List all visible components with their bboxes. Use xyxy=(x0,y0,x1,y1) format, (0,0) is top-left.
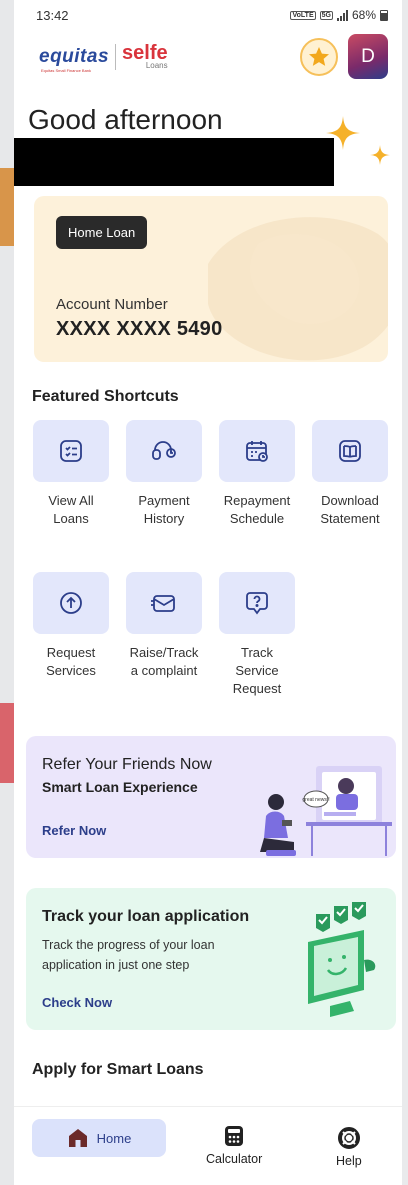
shortcut-label-line2: Loans xyxy=(53,511,89,526)
5g-icon: 5G xyxy=(319,10,333,20)
lifebuoy-icon xyxy=(337,1127,360,1149)
battery-level: 68% xyxy=(351,8,376,22)
rewards-button[interactable] xyxy=(300,38,338,76)
featured-shortcuts-title: Featured Shortcuts xyxy=(32,388,179,405)
shortcut-label-line1: Request xyxy=(46,645,96,660)
left-edge-orange xyxy=(0,168,14,246)
loan-type-badge: Home Loan xyxy=(56,216,148,249)
sparkle-icon xyxy=(326,116,360,150)
calculator-icon xyxy=(225,1126,244,1146)
shortcut-label-line2: History xyxy=(143,511,185,526)
nav-home-label: Home xyxy=(96,1130,132,1146)
redacted-user-name xyxy=(14,138,334,186)
star-icon xyxy=(309,47,329,66)
phone-screen: 13:42 VoLTE 5G 68% equitas Equitas Small… xyxy=(14,0,402,1185)
shortcut-label-line2: Service xyxy=(235,663,279,678)
question-chat-icon xyxy=(246,592,268,615)
signal-icon xyxy=(336,9,348,21)
left-edge-red xyxy=(0,703,14,783)
shortcut-label-line2: a complaint xyxy=(130,663,198,678)
track-description: Track the progress of your loan applicat… xyxy=(42,938,215,972)
mail-icon xyxy=(151,595,175,612)
shortcut-label-line2: Schedule xyxy=(229,511,285,526)
status-bar: 13:42 VoLTE 5G 68% xyxy=(14,0,402,32)
right-edge-strip xyxy=(402,0,408,1185)
refer-friends-banner[interactable]: Refer Your Friends Now Smart Loan Experi… xyxy=(26,736,396,858)
home-icon xyxy=(68,1129,87,1147)
app-header: equitas Equitas Small Finance Bank selfe… xyxy=(14,34,402,84)
status-indicators: VoLTE 5G 68% xyxy=(290,8,388,22)
shortcut-payment-history[interactable]: Payment History xyxy=(124,420,204,528)
battery-icon xyxy=(380,9,388,21)
shortcut-label-line1: Repayment xyxy=(223,493,291,508)
refer-illustration: great news!! xyxy=(260,766,392,856)
shortcut-track-service-request[interactable]: Track Service Request xyxy=(217,572,297,698)
shortcut-label-line2: Statement xyxy=(320,511,380,526)
track-application-banner[interactable]: Track your loan application Track the pr… xyxy=(26,888,396,1030)
track-title: Track your loan application xyxy=(42,908,250,925)
shortcut-raise-track-complaint[interactable]: Raise/Track a complaint xyxy=(124,572,204,680)
loan-account-card[interactable]: Home Loan Account Number XXXX XXXX 5490 xyxy=(34,196,388,362)
nav-calculator-label: Calculator xyxy=(206,1152,263,1166)
bottom-navigation: Home Calculator Help xyxy=(14,1106,402,1185)
shortcut-repayment-schedule[interactable]: Repayment Schedule xyxy=(217,420,297,528)
brand-logo: equitas Equitas Small Finance Bank selfe… xyxy=(39,42,168,73)
shortcut-label-line1: View All xyxy=(48,493,94,508)
shortcut-label-line1: Payment xyxy=(138,493,190,508)
track-illustration xyxy=(308,902,376,1017)
logo-divider xyxy=(115,44,117,70)
nav-help-label: Help xyxy=(336,1154,362,1168)
shortcut-label-line2: Services xyxy=(46,663,96,678)
profile-avatar-button[interactable]: D xyxy=(348,34,388,79)
volte-icon: VoLTE xyxy=(290,10,316,20)
check-now-link[interactable]: Check Now xyxy=(42,995,112,1010)
shortcut-download-statement[interactable]: Download Statement xyxy=(310,420,390,528)
account-number-value: XXXX XXXX 5490 xyxy=(56,318,223,340)
nav-home-button[interactable]: Home xyxy=(32,1119,166,1157)
greeting-text: Good afternoon xyxy=(28,104,223,135)
shortcut-label-line1: Download xyxy=(321,493,379,508)
refer-now-link[interactable]: Refer Now xyxy=(42,823,106,838)
list-icon xyxy=(60,440,82,462)
status-time: 13:42 xyxy=(36,8,69,23)
shortcut-view-all-loans[interactable]: View All Loans xyxy=(31,420,111,528)
nav-help-button[interactable]: Help xyxy=(336,1127,362,1168)
calendar-icon xyxy=(246,441,268,462)
shortcut-label-line3: Request xyxy=(232,681,282,696)
payment-history-icon xyxy=(152,441,176,460)
brand-secondary: selfe xyxy=(122,42,168,64)
refer-bubble-text: great news!! xyxy=(302,797,329,803)
brand-primary: equitas xyxy=(39,46,110,67)
refer-title: Refer Your Friends Now xyxy=(42,756,212,773)
shortcut-label-line1: Track xyxy=(240,645,274,660)
apply-smart-loans-title: Apply for Smart Loans xyxy=(32,1061,204,1078)
refer-subtitle: Smart Loan Experience xyxy=(42,779,198,795)
upload-circle-icon xyxy=(60,592,82,614)
nav-calculator-button[interactable]: Calculator xyxy=(206,1125,262,1166)
shortcut-label-line1: Raise/Track xyxy=(129,645,199,660)
shortcut-request-services[interactable]: Request Services xyxy=(31,572,111,680)
brand-primary-tagline: Equitas Small Finance Bank xyxy=(41,68,92,73)
sparkle-small-icon xyxy=(370,145,390,165)
book-icon xyxy=(339,440,361,462)
account-number-label: Account Number xyxy=(56,296,168,313)
